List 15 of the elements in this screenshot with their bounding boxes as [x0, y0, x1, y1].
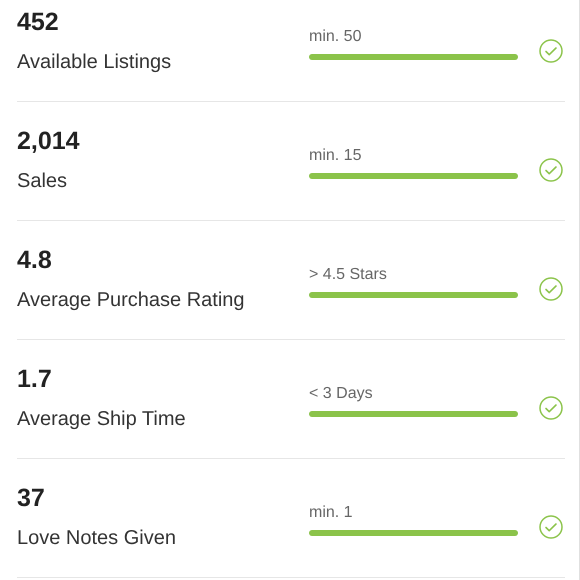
requirement-text: > 4.5 Stars: [309, 265, 388, 285]
metric-value: 452: [17, 7, 60, 37]
metric-label: Sales: [17, 169, 68, 193]
requirement-text: min. 1: [309, 503, 354, 523]
metric-value: 2,014: [17, 126, 81, 156]
requirement-text: < 3 Days: [309, 384, 374, 404]
metric-label: Available Listings: [17, 50, 172, 74]
metric-value: 37: [17, 483, 46, 513]
metric-label: Average Purchase Rating: [17, 288, 246, 312]
metric-label: Average Ship Time: [17, 407, 187, 431]
requirement-text: min. 50: [309, 27, 362, 47]
metric-value: 4.8: [17, 245, 53, 275]
metric-label: Love Notes Given: [17, 526, 177, 550]
requirement-text: min. 15: [309, 146, 362, 166]
metric-value: 1.7: [17, 364, 53, 394]
